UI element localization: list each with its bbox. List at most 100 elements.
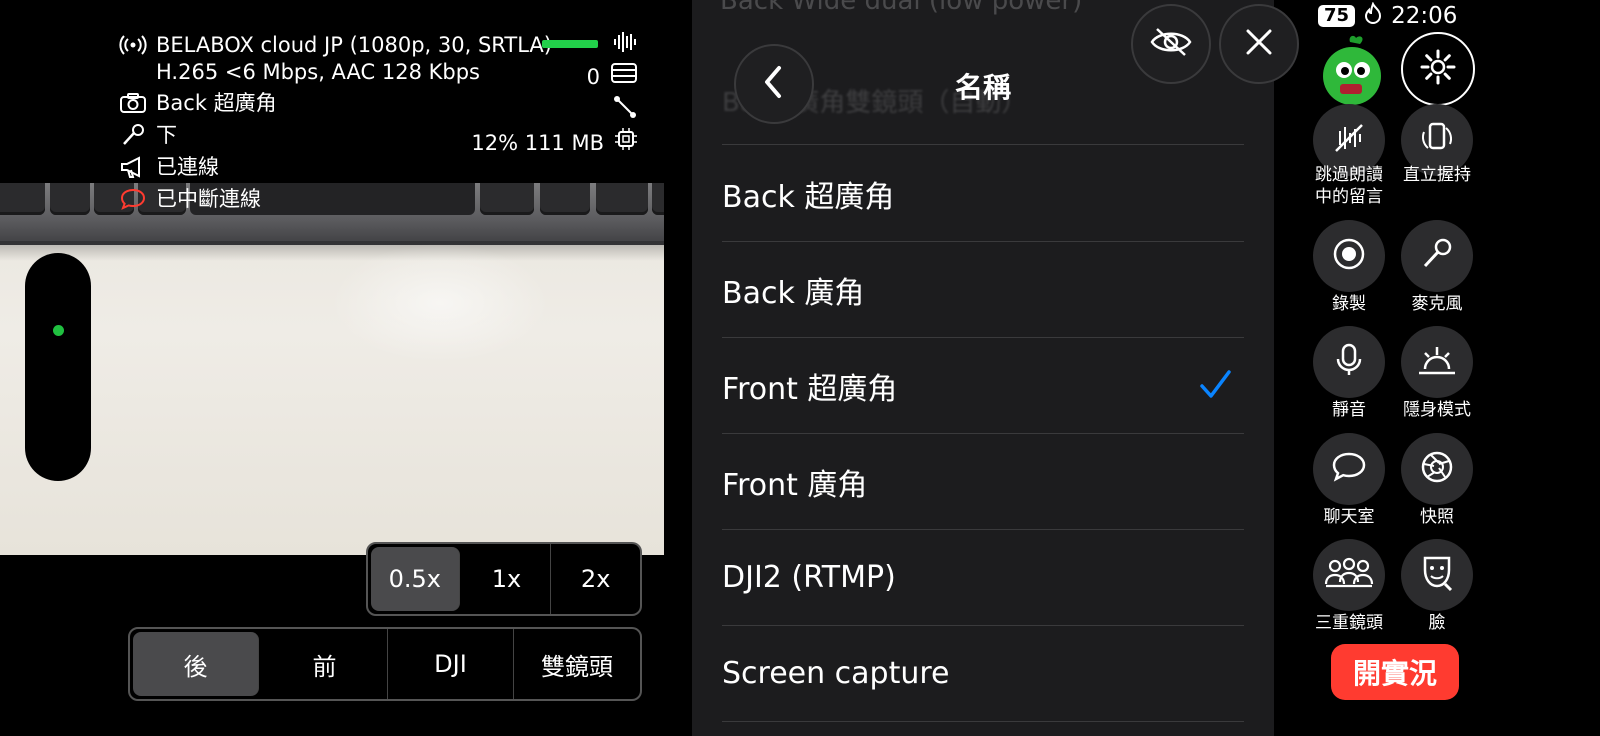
mute-icon <box>1334 342 1364 382</box>
waveform-icon <box>612 30 638 62</box>
list-item-label: Front 廣角 <box>722 467 868 503</box>
face-label: 臉 <box>1428 613 1446 633</box>
list-item-label: Front 超廣角 <box>722 371 898 407</box>
record-icon <box>1331 236 1367 276</box>
list-item[interactable]: Back 廣角 <box>722 242 1244 338</box>
list-item[interactable]: Back 超廣角 <box>722 146 1244 242</box>
cpu-usage-value: 12% 111 MB <box>471 131 604 155</box>
server-icon <box>610 62 638 92</box>
announce-status: 已連線 <box>156 155 219 179</box>
list-item-selected[interactable]: Front 超廣角 <box>722 338 1244 434</box>
chat-row: 已中斷連線 <box>118 184 261 214</box>
list-item-label: Screen capture <box>722 656 950 691</box>
zoom-option-0.5x[interactable]: 0.5x <box>371 547 460 611</box>
chevron-left-icon <box>759 64 789 104</box>
snapshot-label: 快照 <box>1420 507 1454 527</box>
mic-select-label: 麥克風 <box>1411 294 1463 314</box>
audio-level <box>612 30 638 62</box>
viewer-count: 0 <box>587 62 638 92</box>
lens-option-dual[interactable]: 雙鏡頭 <box>514 629 640 699</box>
triple-camera-label: 三重鏡頭 <box>1315 613 1383 633</box>
cpu-usage: 12% 111 MB <box>471 127 638 159</box>
mute-label: 靜音 <box>1332 400 1366 420</box>
mic-icon <box>1420 237 1454 275</box>
megaphone-icon <box>118 154 148 180</box>
close-button[interactable] <box>1219 4 1299 84</box>
snapshot-button[interactable] <box>1401 433 1473 505</box>
face-icon <box>1419 554 1455 596</box>
record-label: 錄製 <box>1332 294 1366 314</box>
go-live-button[interactable]: 開實況 <box>1331 644 1459 700</box>
chat-button[interactable] <box>1313 433 1385 505</box>
gear-icon <box>1419 48 1457 90</box>
app-screen: BELABOX cloud JP (1080p, 30, SRTLA) H.26… <box>0 0 1600 736</box>
portrait-label: 直立握持 <box>1403 165 1471 185</box>
face-button[interactable] <box>1401 539 1473 611</box>
preview-keyboard-image <box>0 183 664 245</box>
chat-icon <box>1330 450 1368 488</box>
mute-button[interactable] <box>1313 326 1385 398</box>
chat-error-icon <box>118 186 148 212</box>
encoder-info: H.265 <6 Mbps, AAC 128 Kbps <box>156 60 480 84</box>
zoom-selector: 0.5x 1x 2x <box>366 542 642 616</box>
list-item[interactable]: DJI2 (RTMP) <box>722 530 1244 626</box>
broadcast-icon <box>118 32 148 58</box>
snapshot-icon <box>1419 449 1455 489</box>
triple-camera-button[interactable] <box>1313 539 1385 611</box>
announce-row: 已連線 <box>118 152 219 182</box>
lens-selector: 後 前 DJI 雙鏡頭 <box>128 627 642 701</box>
stream-bitrate-bar <box>542 40 598 48</box>
portrait-icon <box>1420 120 1454 160</box>
clock: 22:06 <box>1391 3 1458 29</box>
camera-preview[interactable] <box>0 183 664 555</box>
chat-label: 聊天室 <box>1323 507 1375 527</box>
lens-option-front[interactable]: 前 <box>262 629 388 699</box>
settings-button[interactable] <box>1401 32 1475 106</box>
eye-slash-icon <box>1149 27 1193 61</box>
system-status-bar: 75 22:06 <box>1318 1 1600 30</box>
checkmark-icon <box>1198 368 1232 402</box>
hide-overlay-button[interactable] <box>1131 4 1211 84</box>
list-item-label: Back 超廣角 <box>722 179 895 215</box>
avatar[interactable] <box>1320 34 1384 106</box>
camera-name: Back 超廣角 <box>156 91 277 115</box>
list-item-label: DJI2 (RTMP) <box>722 560 896 595</box>
exposure-slider[interactable] <box>25 253 91 481</box>
mic-icon <box>118 122 148 148</box>
flame-icon <box>1363 1 1383 30</box>
camera-row: Back 超廣角 <box>118 88 277 118</box>
back-button[interactable] <box>734 44 814 124</box>
encoder-row: H.265 <6 Mbps, AAC 128 Kbps <box>156 57 480 87</box>
camera-list-panel: Back Wide dual (low power) Back 廣角雙鏡頭（自動… <box>692 0 1274 736</box>
list-item[interactable]: Screen capture <box>722 626 1244 722</box>
stealth-label: 隱身模式 <box>1403 400 1471 420</box>
camera-icon <box>118 90 148 116</box>
network-indicator <box>612 94 638 128</box>
scrolled-item-ghost: Back Wide dual (low power) <box>720 0 1083 16</box>
stealth-icon <box>1417 343 1457 381</box>
slider-indicator <box>53 325 64 336</box>
stealth-button[interactable] <box>1401 326 1473 398</box>
lens-option-back[interactable]: 後 <box>133 632 259 696</box>
chat-status: 已中斷連線 <box>156 187 261 211</box>
record-button[interactable] <box>1313 220 1385 292</box>
cpu-icon <box>614 127 638 159</box>
network-path-icon <box>612 94 638 128</box>
battery-level: 75 <box>1318 5 1356 27</box>
muted-chat-icon <box>1332 121 1366 159</box>
lens-option-dji[interactable]: DJI <box>388 629 514 699</box>
mic-row: 下 <box>118 120 177 150</box>
stream-name: BELABOX cloud JP (1080p, 30, SRTLA) <box>156 33 552 57</box>
zoom-option-1x[interactable]: 1x <box>463 544 552 614</box>
list-item[interactable]: Front 廣角 <box>722 434 1244 530</box>
skip-tts-label: 跳過朗讀 中的留言 <box>1315 165 1383 207</box>
close-icon <box>1245 28 1273 60</box>
list-item-label: Back 廣角 <box>722 275 865 311</box>
mic-name: 下 <box>156 123 177 147</box>
triple-camera-icon <box>1323 556 1375 594</box>
mic-select-button[interactable] <box>1401 220 1473 292</box>
zoom-option-2x[interactable]: 2x <box>551 544 640 614</box>
viewer-count-value: 0 <box>586 65 600 89</box>
camera-list: Back 超廣角 Back 廣角 Front 超廣角 Front 廣角 DJI2… <box>722 146 1244 722</box>
stream-status-row: BELABOX cloud JP (1080p, 30, SRTLA) <box>118 30 552 60</box>
